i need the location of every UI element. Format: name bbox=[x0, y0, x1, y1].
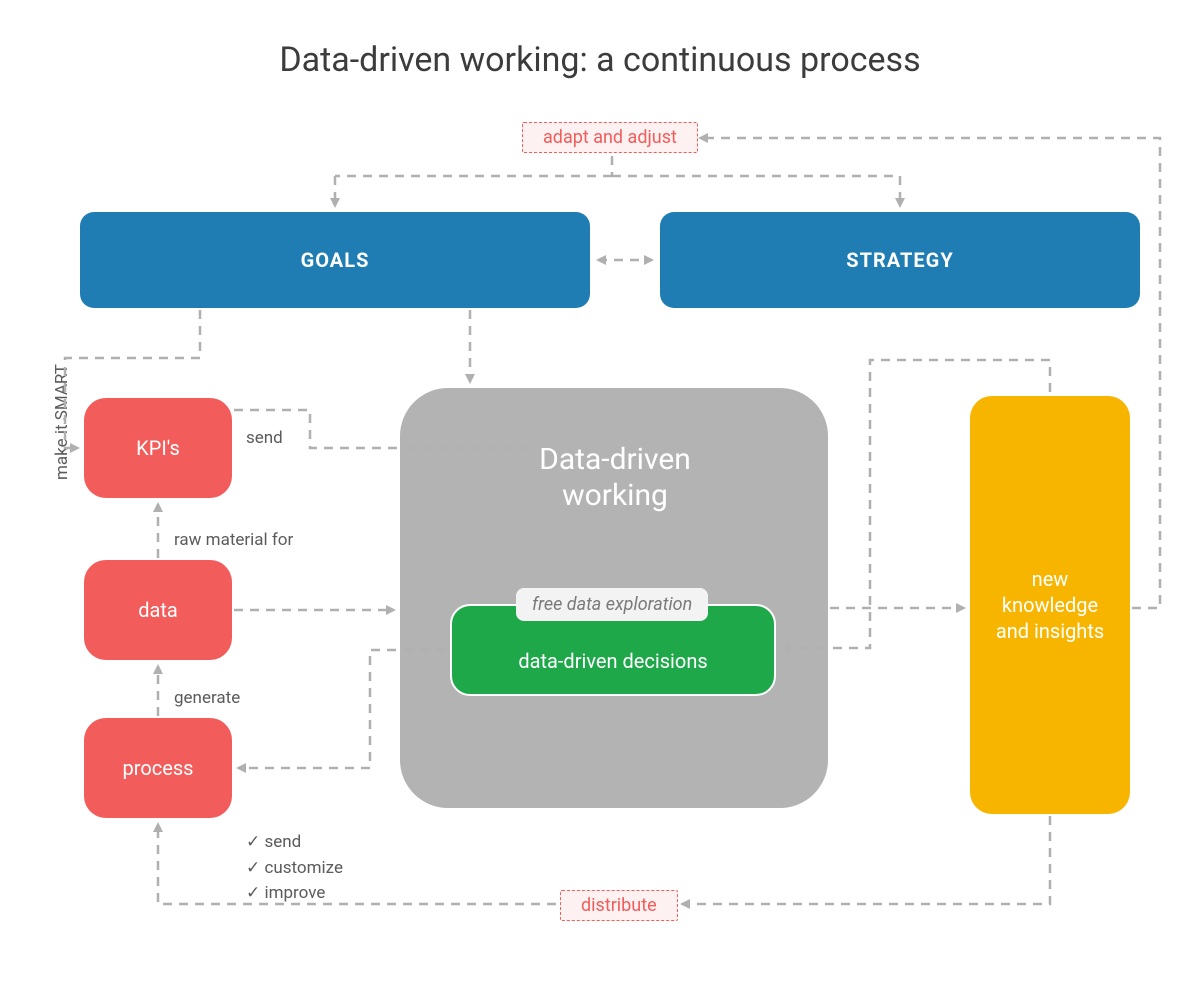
free-data-exploration-pill: free data exploration bbox=[516, 588, 708, 621]
data-driven-working-title: Data-driven working bbox=[500, 442, 730, 514]
goals-box: GOALS bbox=[80, 212, 590, 308]
diagram-title: Data-driven working: a continuous proces… bbox=[0, 40, 1200, 80]
process-box: process bbox=[84, 718, 232, 818]
checklist-item-send: ✓ send bbox=[246, 830, 343, 856]
generate-label: generate bbox=[174, 688, 240, 708]
kpis-box: KPI's bbox=[84, 398, 232, 498]
send-label: send bbox=[246, 428, 283, 448]
new-knowledge-box: new knowledge and insights bbox=[970, 396, 1130, 814]
make-smart-label: make it SMART bbox=[52, 364, 72, 480]
checklist: ✓ send ✓ customize ✓ improve bbox=[246, 830, 343, 907]
raw-material-label: raw material for bbox=[174, 530, 293, 550]
checklist-item-improve: ✓ improve bbox=[246, 881, 343, 907]
data-box: data bbox=[84, 560, 232, 660]
distribute-box: distribute bbox=[560, 890, 678, 921]
strategy-box: STRATEGY bbox=[660, 212, 1140, 308]
adapt-adjust-box: adapt and adjust bbox=[522, 122, 698, 153]
checklist-item-customize: ✓ customize bbox=[246, 856, 343, 882]
